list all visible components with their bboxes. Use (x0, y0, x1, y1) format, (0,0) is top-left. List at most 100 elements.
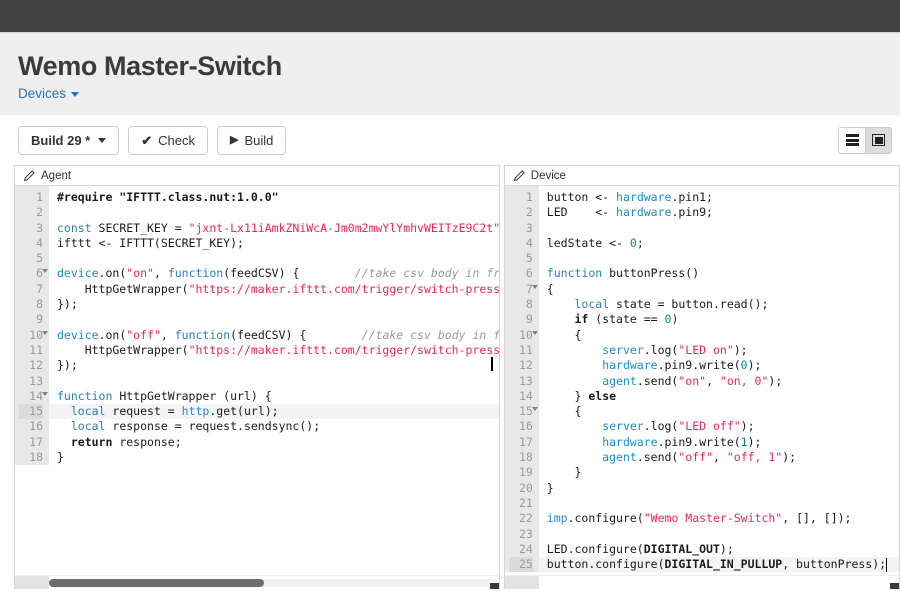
code-line: agent.send("off", "off, 1"); (547, 450, 899, 465)
line-number: 2 (525, 205, 533, 220)
agent-horizontal-scrollbar[interactable] (49, 579, 497, 587)
line-number: 10 (19, 328, 48, 343)
code-token: ledState <- (546, 235, 630, 250)
code-token: //take csv body in fro (306, 327, 499, 342)
code-token: } (546, 480, 554, 495)
code-token: local (70, 404, 106, 419)
code-token: button <- (546, 190, 617, 204)
code-token: function (57, 388, 113, 403)
agent-resize-handle[interactable] (489, 581, 499, 589)
pencil-icon (513, 169, 525, 181)
code-token: "off" (678, 450, 713, 465)
code-token: hardware (616, 205, 672, 220)
agent-gutter-footer (15, 576, 49, 589)
line-number: 12 (29, 358, 43, 373)
code-token: button.configure( (546, 557, 665, 572)
code-token: ); (747, 358, 762, 373)
code-token: "Wemo Master-Switch" (643, 511, 783, 526)
line-number: 1 (525, 190, 533, 204)
layout-columns-button[interactable] (865, 126, 892, 154)
device-resize-handle[interactable] (890, 581, 899, 589)
code-token: 0 (740, 358, 748, 373)
build-selector-button[interactable]: Build 29 * (18, 125, 120, 155)
code-line: device.on("off", function(feedCSV) { //t… (57, 328, 499, 343)
code-line: agent.send("on", "on, 0"); (547, 374, 899, 389)
code-token: , (706, 373, 720, 388)
code-token: .send( (636, 373, 679, 388)
fold-triangle-icon[interactable] (531, 284, 538, 289)
line-number: 7 (36, 281, 43, 296)
line-number: 16 (29, 419, 43, 434)
code-token: device (57, 327, 99, 342)
code-token: agent (602, 450, 637, 465)
fold-triangle-icon[interactable] (42, 391, 48, 396)
line-number: 12 (518, 358, 533, 373)
code-line: { (547, 282, 899, 297)
code-token: DIGITAL_IN_PULLUP (664, 557, 783, 572)
agent-code-area[interactable]: 1 2 3 4 5 6 7 8 9 10 11 12 13 14 15 16 17 18 #require "IF… (15, 186, 499, 575)
code-token: HttpGetWrapper( (57, 281, 189, 296)
code-token: "jxnt-Lx11iAmkZNiWcA-Jm0m2mwYlYmhvWEITzE… (188, 220, 499, 235)
code-token: 0 (629, 235, 637, 250)
code-token: .on( (98, 266, 127, 281)
device-panel-tab[interactable]: Device (504, 166, 899, 186)
line-number: 6 (19, 266, 48, 281)
chevron-down-icon (71, 92, 80, 97)
fold-triangle-icon[interactable] (42, 269, 48, 274)
code-token: , (153, 266, 168, 281)
code-token: .send( (636, 450, 679, 465)
check-button[interactable]: ✔ Check (128, 125, 209, 155)
device-editor-panel: Device 1 2 3 4 5 6 7 8 9 10 11 12 13 14 15 16 17 18 19 20 21… (503, 165, 900, 589)
agent-code-lines: #require "IFTTT.class.nut:1.0.0" const S… (49, 186, 499, 465)
code-token: ); (747, 434, 762, 449)
code-line: local state = button.read(); (547, 297, 899, 312)
breadcrumb-devices[interactable]: Devices (18, 86, 80, 101)
code-token: response; (112, 434, 182, 449)
build-button[interactable]: ▶ Build (217, 125, 287, 155)
layout-rows-button[interactable] (838, 126, 865, 154)
code-line: { (547, 404, 899, 419)
fold-triangle-icon[interactable] (531, 407, 538, 412)
code-line: function HttpGetWrapper (url) { (57, 389, 499, 404)
code-token: , (160, 327, 175, 342)
agent-line-number-gutter: 1 2 3 4 5 6 7 8 9 10 11 12 13 14 15 16 17 18 (15, 186, 49, 466)
code-token: state = button.read(); (609, 297, 769, 312)
line-number: 8 (525, 297, 533, 312)
layout-columns-icon (872, 134, 885, 146)
agent-panel-tab[interactable]: Agent (15, 166, 499, 186)
code-token: http (181, 404, 210, 419)
line-number: 14 (19, 389, 48, 404)
code-token: (state == (588, 312, 665, 327)
device-line-number-gutter: 1 2 3 4 5 6 7 8 9 10 11 12 13 14 15 16 17 18 19 20 21 22 23 24 2… (504, 186, 539, 573)
line-number: 8 (36, 297, 43, 312)
code-token: "https://maker.ifttt.com/trigger/switch-… (188, 281, 499, 296)
editor-toolbar: Build 29 * ✔ Check ▶ Build (0, 115, 900, 165)
code-line: ledState <- 0; (547, 236, 899, 251)
device-code-area[interactable]: 1 2 3 4 5 6 7 8 9 10 11 12 13 14 15 16 17 18 19 20 21 22 23 24 2… (504, 186, 899, 575)
code-line: local response = request.sendsync(); (57, 419, 499, 434)
fold-triangle-icon[interactable] (42, 330, 48, 335)
code-line: server.log("LED off"); (547, 419, 899, 434)
code-token: return (70, 434, 113, 449)
code-token: .pin9; (671, 205, 713, 220)
code-line: { (547, 328, 899, 343)
code-token: } (57, 450, 64, 465)
agent-scrollbar-thumb[interactable] (49, 579, 264, 587)
code-token: ); (740, 419, 755, 434)
line-number: 9 (525, 312, 533, 327)
fold-triangle-icon[interactable] (531, 330, 538, 335)
code-token: "off, 1" (726, 450, 783, 465)
code-token: .log( (643, 419, 679, 434)
code-token: LED <- (546, 205, 617, 220)
check-button-label: Check (158, 132, 196, 148)
code-line: if (state == 0) (547, 312, 899, 327)
device-panel-tab-label: Device (530, 169, 566, 182)
